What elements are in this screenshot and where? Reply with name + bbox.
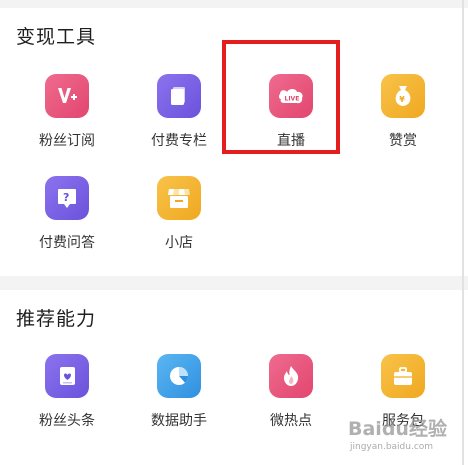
tool-paid-column[interactable]: 付费专栏 — [122, 74, 236, 170]
tool-label: 小店 — [165, 235, 193, 251]
tool-fan-headline[interactable]: 粉丝头条 — [10, 354, 124, 450]
watermark-url: jingyan.baidu.com — [350, 442, 434, 452]
shop-icon — [157, 176, 201, 220]
tool-data-assistant[interactable]: 数据助手 — [122, 354, 236, 450]
money-bag-icon: ¥ — [381, 74, 425, 118]
flame-icon — [269, 354, 313, 398]
svg-text:?: ? — [63, 191, 69, 204]
tool-label: 粉丝头条 — [39, 413, 95, 429]
paid-qa-icon: ? — [45, 176, 89, 220]
watermark-text: Baidu经验 — [348, 418, 447, 440]
tool-label: 数据助手 — [151, 413, 207, 429]
section-title: 变现工具 — [16, 26, 97, 48]
tool-label: 微热点 — [270, 413, 312, 429]
tool-label: 赞赏 — [389, 133, 417, 149]
tool-micro-hotspot[interactable]: 微热点 — [234, 354, 348, 450]
data-pie-icon — [157, 354, 201, 398]
section-title: 推荐能力 — [16, 308, 97, 330]
paid-column-icon — [157, 74, 201, 118]
scrollbar — [462, 0, 464, 465]
svg-text:¥: ¥ — [399, 95, 405, 104]
tool-shop[interactable]: 小店 — [122, 176, 236, 272]
tool-label: 付费专栏 — [151, 133, 207, 149]
fan-subscribe-icon — [45, 74, 89, 118]
tool-label: 粉丝订阅 — [39, 133, 95, 149]
baidu-jingyan-watermark: Baidu经验 jingyan.baidu.com — [340, 412, 466, 462]
tool-fan-subscribe[interactable]: 粉丝订阅 — [10, 74, 124, 170]
fan-headline-icon — [45, 354, 89, 398]
tool-paid-qa[interactable]: ? 付费问答 — [10, 176, 124, 272]
tool-label: 付费问答 — [39, 235, 95, 251]
highlight-box — [222, 40, 340, 154]
service-pack-icon — [381, 354, 425, 398]
top-gap — [0, 0, 468, 8]
tool-appreciate[interactable]: ¥ 赞赏 — [346, 74, 460, 170]
